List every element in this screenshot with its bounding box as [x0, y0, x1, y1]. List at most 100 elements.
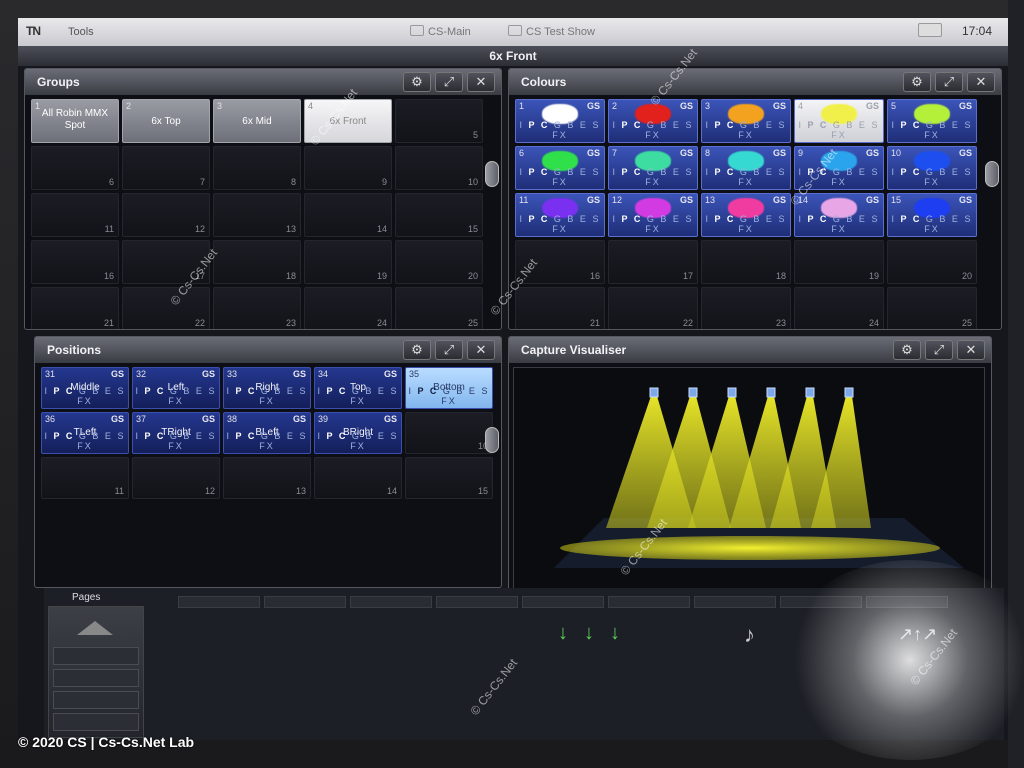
- playback-label[interactable]: [866, 596, 948, 608]
- empty-cell[interactable]: 23: [701, 287, 791, 329]
- page-button[interactable]: [53, 669, 139, 687]
- playback-label[interactable]: [780, 596, 862, 608]
- playback-label[interactable]: [178, 596, 260, 608]
- page-button[interactable]: [53, 691, 139, 709]
- fixture-icon[interactable]: [805, 387, 815, 398]
- position-palette-button[interactable]: 39 GS BRight I P C G B E S FX: [314, 412, 402, 454]
- tools-menu[interactable]: Tools: [68, 26, 94, 38]
- scroll-handle[interactable]: [485, 161, 499, 187]
- empty-cell[interactable]: 24: [304, 287, 392, 329]
- playback-label[interactable]: [522, 596, 604, 608]
- colour-palette-button[interactable]: 10 GS I P C G B E S FX: [887, 146, 977, 190]
- empty-cell[interactable]: 18: [213, 240, 301, 284]
- fixture-icon[interactable]: [766, 387, 776, 398]
- empty-cell[interactable]: 8: [213, 146, 301, 190]
- colour-palette-button[interactable]: 8 GS I P C G B E S FX: [701, 146, 791, 190]
- empty-cell[interactable]: 17: [608, 240, 698, 284]
- empty-cell[interactable]: 24: [794, 287, 884, 329]
- resize-icon[interactable]: ⤢: [435, 340, 463, 360]
- position-palette-button[interactable]: 38 GS BLeft I P C G B E S FX: [223, 412, 311, 454]
- colour-palette-button[interactable]: 15 GS I P C G B E S FX: [887, 193, 977, 237]
- empty-cell[interactable]: 16: [515, 240, 605, 284]
- settings-gear-icon[interactable]: ⚙: [403, 340, 431, 360]
- settings-gear-icon[interactable]: ⚙: [893, 340, 921, 360]
- close-icon[interactable]: ✕: [957, 340, 985, 360]
- playback-label[interactable]: [694, 596, 776, 608]
- empty-cell[interactable]: 11: [31, 193, 119, 237]
- empty-cell[interactable]: 19: [794, 240, 884, 284]
- empty-cell[interactable]: 23: [213, 287, 301, 329]
- empty-cell[interactable]: 25: [887, 287, 977, 329]
- position-palette-button[interactable]: 36 GS TLeft I P C G B E S FX: [41, 412, 129, 454]
- empty-cell[interactable]: 17: [122, 240, 210, 284]
- group-button[interactable]: 3 6x Mid: [213, 99, 301, 143]
- colour-palette-button[interactable]: 12 GS I P C G B E S FX: [608, 193, 698, 237]
- playback-label[interactable]: [350, 596, 432, 608]
- empty-cell[interactable]: 7: [122, 146, 210, 190]
- close-icon[interactable]: ✕: [467, 72, 495, 92]
- position-palette-button[interactable]: 34 GS Top I P C G B E S FX: [314, 367, 402, 409]
- group-button[interactable]: 4 6x Front: [304, 99, 392, 143]
- fixture-icon[interactable]: [727, 387, 737, 398]
- position-palette-button[interactable]: 33 GS Right I P C G B E S FX: [223, 367, 311, 409]
- empty-cell[interactable]: 19: [304, 240, 392, 284]
- group-button[interactable]: 1 All Robin MMX Spot: [31, 99, 119, 143]
- empty-cell[interactable]: 22: [122, 287, 210, 329]
- scroll-handle[interactable]: [985, 161, 999, 187]
- settings-gear-icon[interactable]: ⚙: [903, 72, 931, 92]
- empty-cell[interactable]: 16: [31, 240, 119, 284]
- empty-cell[interactable]: 6: [31, 146, 119, 190]
- empty-cell[interactable]: 13: [223, 457, 311, 499]
- settings-gear-icon[interactable]: ⚙: [403, 72, 431, 92]
- close-icon[interactable]: ✕: [467, 340, 495, 360]
- empty-cell[interactable]: 11: [41, 457, 129, 499]
- empty-cell[interactable]: 13: [213, 193, 301, 237]
- position-palette-button[interactable]: 31 GS Middle I P C G B E S FX: [41, 367, 129, 409]
- colour-palette-button[interactable]: 5 GS I P C G B E S FX: [887, 99, 977, 143]
- playback-label[interactable]: [608, 596, 690, 608]
- position-palette-button[interactable]: 32 GS Left I P C G B E S FX: [132, 367, 220, 409]
- empty-cell[interactable]: 21: [31, 287, 119, 329]
- colour-palette-button[interactable]: 3 GS I P C G B E S FX: [701, 99, 791, 143]
- empty-cell[interactable]: 21: [515, 287, 605, 329]
- resize-icon[interactable]: ⤢: [435, 72, 463, 92]
- empty-cell[interactable]: 9: [304, 146, 392, 190]
- empty-cell[interactable]: 10: [405, 412, 493, 454]
- close-icon[interactable]: ✕: [967, 72, 995, 92]
- empty-cell[interactable]: 12: [132, 457, 220, 499]
- tab-cs-test-show[interactable]: CS Test Show: [508, 25, 595, 38]
- colour-palette-button[interactable]: 7 GS I P C G B E S FX: [608, 146, 698, 190]
- playback-label[interactable]: [436, 596, 518, 608]
- empty-cell[interactable]: 10: [395, 146, 483, 190]
- empty-cell[interactable]: 5: [395, 99, 483, 143]
- colour-palette-button[interactable]: 6 GS I P C G B E S FX: [515, 146, 605, 190]
- page-up-icon[interactable]: [77, 621, 113, 635]
- keyboard-icon[interactable]: [918, 23, 942, 37]
- playback-label[interactable]: [264, 596, 346, 608]
- empty-cell[interactable]: 22: [608, 287, 698, 329]
- colour-palette-button[interactable]: 13 GS I P C G B E S FX: [701, 193, 791, 237]
- empty-cell[interactable]: 14: [304, 193, 392, 237]
- page-button[interactable]: [53, 713, 139, 731]
- empty-cell[interactable]: 12: [122, 193, 210, 237]
- colour-palette-button[interactable]: 1 GS I P C G B E S FX: [515, 99, 605, 143]
- empty-cell[interactable]: 15: [395, 193, 483, 237]
- page-button[interactable]: [53, 647, 139, 665]
- position-palette-button[interactable]: 35 Bottom I P C G B E S FX: [405, 367, 493, 409]
- empty-cell[interactable]: 20: [887, 240, 977, 284]
- empty-cell[interactable]: 14: [314, 457, 402, 499]
- pages-strip[interactable]: [48, 606, 144, 738]
- fixture-icon[interactable]: [649, 387, 659, 398]
- colour-palette-button[interactable]: 4 GS I P C G B E S FX: [794, 99, 884, 143]
- empty-cell[interactable]: 20: [395, 240, 483, 284]
- empty-cell[interactable]: 25: [395, 287, 483, 329]
- titan-logo-icon[interactable]: TN: [26, 24, 41, 38]
- colour-palette-button[interactable]: 11 GS I P C G B E S FX: [515, 193, 605, 237]
- empty-cell[interactable]: 15: [405, 457, 493, 499]
- empty-cell[interactable]: 18: [701, 240, 791, 284]
- position-palette-button[interactable]: 37 GS TRight I P C G B E S FX: [132, 412, 220, 454]
- colour-palette-button[interactable]: 14 GS I P C G B E S FX: [794, 193, 884, 237]
- resize-icon[interactable]: ⤢: [935, 72, 963, 92]
- colour-palette-button[interactable]: 9 GS I P C G B E S FX: [794, 146, 884, 190]
- resize-icon[interactable]: ⤢: [925, 340, 953, 360]
